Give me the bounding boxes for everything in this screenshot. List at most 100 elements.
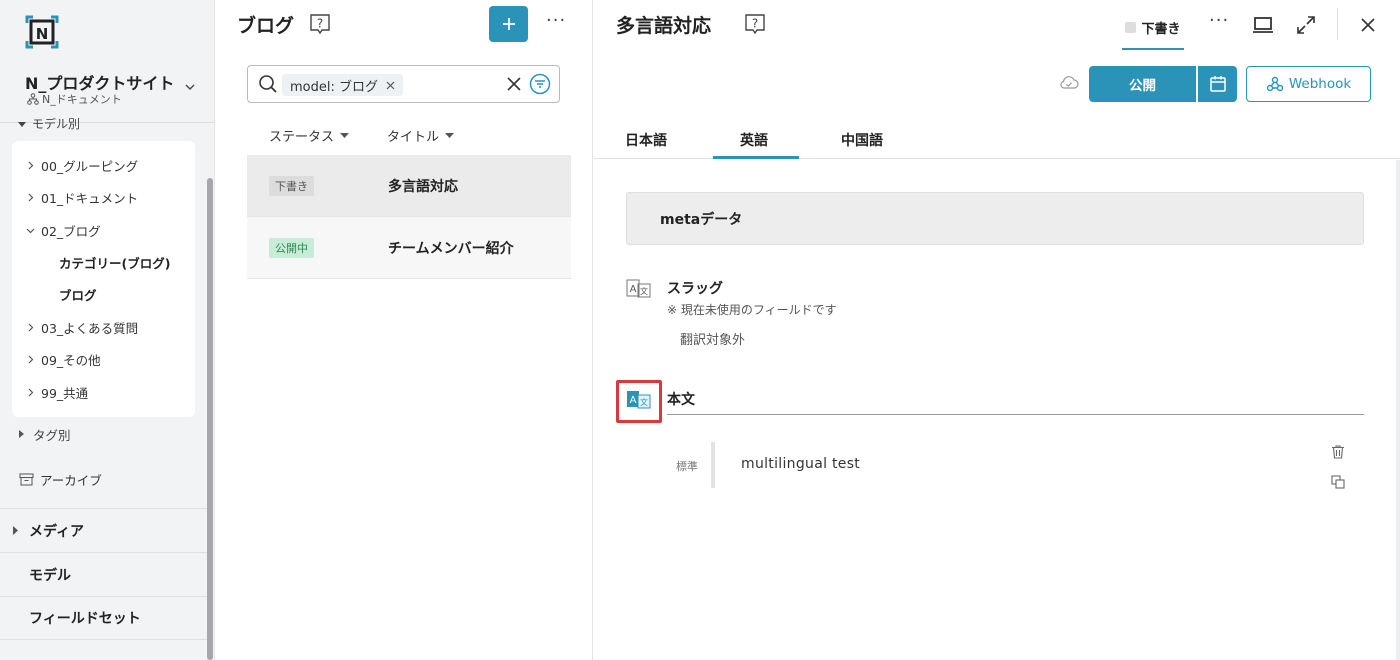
tag-section-label: タグ別: [33, 427, 71, 443]
tag-section-toggle[interactable]: タグ別: [18, 424, 71, 444]
tab-chinese[interactable]: 中国語: [841, 130, 883, 150]
chevron-down-icon[interactable]: [183, 80, 197, 94]
column-title-sort[interactable]: タイトル: [387, 126, 455, 145]
caret-down-icon: [18, 121, 26, 127]
nav-fieldset-label: フィールドセット: [29, 611, 141, 627]
slug-field-value: 翻訳対象外: [680, 333, 746, 348]
chevron-right-icon: [28, 161, 34, 169]
nav-media-label: メディア: [29, 523, 85, 540]
model-section-label: モデル別: [32, 117, 81, 131]
tree-item-label: 99_共通: [41, 385, 89, 401]
site-sub: N_ドキュメント: [27, 91, 122, 107]
logo-icon[interactable]: N: [25, 15, 59, 49]
slug-field-note: ※ 現在未使用のフィールドです: [667, 303, 837, 317]
add-content-button[interactable]: [489, 6, 528, 42]
sidebar: N N_プロダクトサイト N_ドキュメント モデル別 00_グルーピング 01_…: [0, 0, 215, 660]
divider: [667, 414, 1364, 415]
tab-draft[interactable]: 下書き: [1122, 6, 1184, 50]
archive-link[interactable]: アーカイブ: [19, 469, 102, 489]
column-title-label: タイトル: [387, 130, 440, 145]
tree-item-faq[interactable]: 03_よくある質問: [26, 317, 138, 337]
chevron-right-icon: [28, 355, 34, 363]
body-field-title: 本文: [667, 392, 695, 408]
translate-icon: A文: [626, 279, 651, 298]
model-tree: 00_グルーピング 01_ドキュメント 02_ブログ カテゴリー(ブログ) ブロ…: [12, 141, 195, 417]
list-item[interactable]: 公開中 チームメンバー紹介: [247, 217, 571, 279]
detail-scrollbar[interactable]: [1396, 160, 1400, 660]
list-item-title: 多言語対応: [388, 179, 458, 195]
caret-down-icon: [445, 132, 455, 138]
cloud-sync-icon: [1060, 76, 1079, 89]
translate-icon[interactable]: A文: [626, 390, 652, 410]
clear-icon[interactable]: [507, 77, 521, 91]
meta-section[interactable]: metaデータ: [626, 192, 1364, 245]
close-icon[interactable]: [386, 81, 395, 90]
svg-text:A: A: [630, 395, 637, 406]
svg-text:A: A: [630, 284, 637, 295]
nav-model-label: モデル: [29, 567, 71, 584]
filter-chip[interactable]: model: ブログ: [282, 74, 403, 96]
nav-fieldset[interactable]: フィールドセット: [0, 596, 207, 640]
tree-item-other[interactable]: 09_その他: [26, 349, 101, 369]
detail-panel: 多言語対応 ? 下書き ··· 公開 Webhook 日本語 英語 中国語 me…: [594, 0, 1400, 660]
body-field-value[interactable]: multilingual test: [741, 456, 860, 472]
tab-japanese[interactable]: 日本語: [625, 130, 667, 150]
publish-button[interactable]: 公開: [1089, 66, 1196, 102]
model-section-toggle[interactable]: モデル別: [18, 115, 80, 132]
webhook-button[interactable]: Webhook: [1246, 66, 1371, 102]
tree-sub-blog[interactable]: ブログ: [59, 284, 97, 304]
column-status-sort[interactable]: ステータス: [269, 126, 350, 145]
webhook-icon: [1266, 76, 1284, 92]
svg-text:?: ?: [317, 17, 323, 31]
caret-right-icon: [19, 430, 24, 438]
tree-item-label: 03_よくある質問: [41, 320, 139, 336]
standard-label: 標準: [676, 460, 698, 473]
chevron-right-icon: [28, 193, 34, 201]
copy-icon[interactable]: [1330, 474, 1346, 490]
tree-sub-category-blog[interactable]: カテゴリー(ブログ): [59, 252, 170, 272]
tree-item-label: 01_ドキュメント: [41, 190, 139, 206]
chevron-down-icon: [26, 228, 35, 233]
caret-down-icon: [340, 132, 350, 138]
sidebar-scrollbar[interactable]: [207, 178, 213, 660]
help-icon[interactable]: ?: [744, 13, 766, 35]
tab-draft-label: 下書き: [1141, 21, 1181, 37]
slug-field-title: スラッグ: [667, 281, 723, 297]
list-item-title: チームメンバー紹介: [388, 241, 514, 257]
list-title: ブログ: [237, 15, 295, 37]
tree-item-label: 02_ブログ: [41, 223, 101, 239]
more-menu-icon[interactable]: ···: [1209, 10, 1229, 31]
tab-english[interactable]: 英語: [740, 130, 768, 150]
tree-item-common[interactable]: 99_共通: [26, 382, 88, 402]
nav-model[interactable]: モデル: [0, 552, 207, 596]
meta-section-label: metaデータ: [660, 212, 743, 228]
draft-indicator-icon: [1125, 21, 1137, 33]
nav-media[interactable]: メディア: [0, 508, 207, 552]
filter-icon[interactable]: [529, 73, 551, 95]
tree-item-label: 00_グルーピング: [41, 158, 139, 174]
trash-icon[interactable]: [1330, 444, 1346, 460]
svg-text:?: ?: [752, 17, 758, 31]
language-tabs: 日本語 英語 中国語: [594, 122, 1400, 159]
tree-item-document[interactable]: 01_ドキュメント: [26, 187, 138, 207]
schedule-button[interactable]: [1198, 66, 1237, 102]
search-input[interactable]: model: ブログ: [247, 65, 560, 103]
expand-icon[interactable]: [1294, 13, 1318, 37]
divider: [1337, 8, 1338, 40]
page-title: 多言語対応: [616, 15, 712, 37]
hierarchy-icon: [27, 93, 39, 105]
help-icon[interactable]: ?: [309, 13, 331, 35]
active-tab-indicator: [713, 156, 799, 159]
calendar-icon: [1209, 76, 1226, 92]
webhook-label: Webhook: [1288, 76, 1352, 92]
archive-label: アーカイブ: [40, 472, 102, 488]
close-icon[interactable]: [1356, 13, 1380, 37]
tree-item-grouping[interactable]: 00_グルーピング: [26, 155, 138, 175]
laptop-icon[interactable]: [1251, 13, 1275, 37]
list-item[interactable]: 下書き 多言語対応: [247, 155, 571, 217]
chevron-right-icon: [28, 323, 34, 331]
more-menu-icon[interactable]: ···: [546, 10, 566, 31]
site-sub-label: N_ドキュメント: [42, 93, 122, 106]
tree-item-blog[interactable]: 02_ブログ: [26, 220, 101, 240]
archive-icon: [19, 473, 34, 485]
